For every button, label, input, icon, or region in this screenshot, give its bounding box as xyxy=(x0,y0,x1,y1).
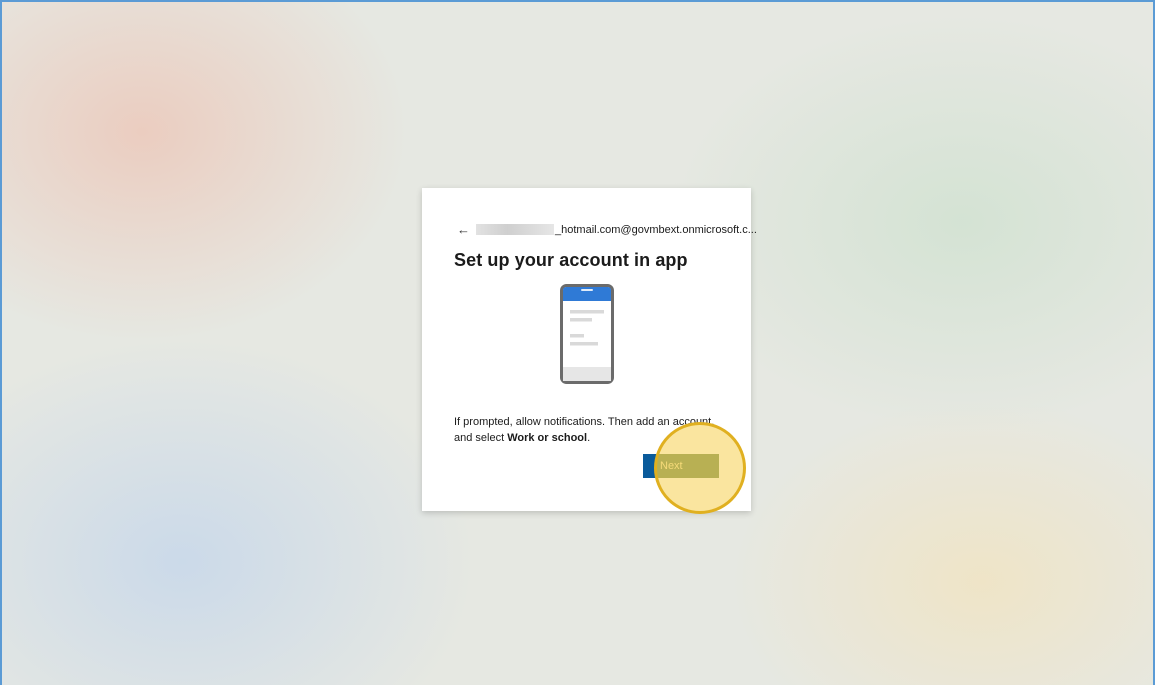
next-button-label: Next xyxy=(656,454,719,478)
next-button[interactable]: Next xyxy=(643,454,719,478)
instructions-suffix: . xyxy=(587,432,591,444)
instructions-bold: Work or school xyxy=(507,432,588,444)
browser-viewport: ← _hotmail.com@govmbext.onmicrosoft.c...… xyxy=(0,0,1155,685)
phone-app-icon xyxy=(560,284,614,384)
account-identity: ← _hotmail.com@govmbext.onmicrosoft.c... xyxy=(457,223,757,236)
redacted-username xyxy=(476,224,554,235)
instructions-text: If prompted, allow notifications. Then a… xyxy=(454,414,722,446)
back-arrow-icon[interactable]: ← xyxy=(457,223,470,236)
page-title: Set up your account in app xyxy=(454,250,688,270)
account-email: _hotmail.com@govmbext.onmicrosoft.c... xyxy=(555,223,757,236)
setup-dialog-card: ← _hotmail.com@govmbext.onmicrosoft.c...… xyxy=(422,188,757,511)
